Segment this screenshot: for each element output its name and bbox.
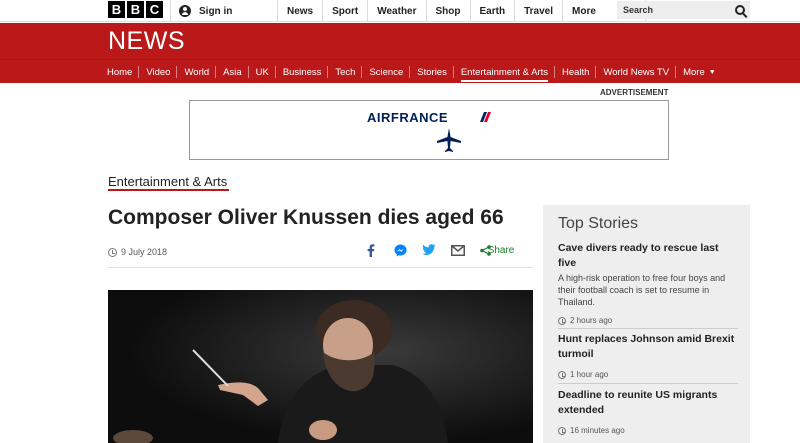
article-date: 9 July 2018	[108, 247, 167, 257]
news-logo[interactable]: NEWS	[108, 27, 185, 56]
sign-in-label: Sign in	[199, 5, 233, 17]
nav-item-health[interactable]: Health	[555, 60, 597, 84]
top-bar: B B C Sign in News Sport Weather Shop Ea…	[0, 0, 800, 22]
nav-item-business[interactable]: Business	[276, 60, 329, 84]
search-placeholder: Search	[623, 5, 654, 15]
nav-item-home[interactable]: Home	[100, 60, 140, 84]
nav-item-world-news-tv[interactable]: World News TV	[596, 60, 676, 84]
article-headline: Composer Oliver Knussen dies aged 66	[108, 206, 504, 229]
share-tools: Share	[364, 243, 523, 257]
article-meta: 9 July 2018 Share	[108, 238, 533, 268]
airplane-icon	[437, 128, 461, 152]
nav-more-button[interactable]: More ▼	[676, 60, 723, 84]
clock-icon	[558, 426, 566, 435]
story-title[interactable]: Hunt replaces Johnson amid Brexit turmoi…	[558, 332, 738, 362]
list-item[interactable]: Deadline to reunite US migrants extended…	[558, 388, 738, 435]
logo-letter: B	[108, 1, 125, 18]
divider	[558, 328, 738, 329]
nav-item-asia[interactable]: Asia	[216, 60, 250, 84]
share-button[interactable]: Share	[480, 243, 523, 257]
logo-letter: B	[127, 1, 144, 18]
user-icon	[179, 5, 191, 17]
sign-in-button[interactable]: Sign in	[170, 0, 278, 22]
nav-item-uk[interactable]: UK	[249, 60, 277, 84]
story-time-text: 1 hour ago	[570, 370, 609, 379]
list-item[interactable]: Hunt replaces Johnson amid Brexit turmoi…	[558, 332, 738, 379]
top-link-sport[interactable]: Sport	[323, 0, 369, 22]
share-label: Share	[487, 244, 515, 256]
nav-item-stories[interactable]: Stories	[410, 60, 454, 84]
email-icon[interactable]	[451, 243, 465, 257]
section-underline	[108, 189, 229, 191]
logo-letter: C	[146, 1, 163, 18]
advert-brand-text: AIRFRANCE	[367, 110, 449, 125]
story-time: 1 hour ago	[558, 370, 738, 379]
list-item[interactable]: Cave divers ready to rescue last five A …	[558, 241, 738, 325]
search-input[interactable]: Search	[617, 1, 750, 19]
facebook-icon[interactable]	[364, 243, 378, 257]
nav-item-entertainment-arts[interactable]: Entertainment & Arts	[454, 60, 556, 84]
news-header: NEWS	[0, 23, 800, 59]
story-title[interactable]: Deadline to reunite US migrants extended	[558, 388, 738, 418]
messenger-icon[interactable]	[393, 243, 407, 257]
search-icon[interactable]	[735, 5, 745, 15]
top-links: News Sport Weather Shop Earth Travel Mor…	[278, 0, 646, 22]
nav-item-science[interactable]: Science	[362, 60, 411, 84]
story-time: 16 minutes ago	[558, 426, 738, 435]
advertisement-label: ADVERTISEMENT	[600, 88, 669, 97]
article-date-text: 9 July 2018	[121, 247, 168, 257]
nav-item-video[interactable]: Video	[139, 60, 178, 84]
nav-item-tech[interactable]: Tech	[328, 60, 363, 84]
story-time: 2 hours ago	[558, 316, 738, 325]
top-stories-panel: Top Stories Cave divers ready to rescue …	[543, 205, 750, 443]
advertisement-banner[interactable]: AIRFRANCE	[189, 100, 669, 160]
nav-more-label: More	[683, 66, 705, 78]
clock-icon	[558, 316, 566, 325]
conductor-photo	[108, 290, 533, 443]
clock-icon	[108, 247, 117, 257]
nav-item-world[interactable]: World	[177, 60, 216, 84]
story-summary: A high-risk operation to free four boys …	[558, 273, 726, 307]
divider	[558, 383, 738, 384]
bbc-logo[interactable]: B B C	[108, 1, 163, 18]
top-link-weather[interactable]: Weather	[368, 0, 427, 22]
top-more-label: More	[572, 5, 596, 17]
top-link-news[interactable]: News	[278, 0, 324, 22]
top-link-shop[interactable]: Shop	[427, 0, 471, 22]
article-photo	[108, 290, 533, 443]
twitter-icon[interactable]	[422, 243, 436, 257]
clock-icon	[558, 370, 566, 379]
top-stories-title: Top Stories	[558, 215, 639, 232]
chevron-down-icon: ▼	[708, 68, 716, 76]
section-breadcrumb[interactable]: Entertainment & Arts	[108, 174, 227, 189]
story-time-text: 2 hours ago	[570, 316, 613, 325]
top-link-earth[interactable]: Earth	[471, 0, 516, 22]
story-title[interactable]: Cave divers ready to rescue last five	[558, 241, 738, 271]
story-time-text: 16 minutes ago	[570, 426, 625, 435]
top-link-travel[interactable]: Travel	[515, 0, 563, 22]
airfrance-stripe-icon	[480, 112, 491, 122]
section-nav: Home Video World Asia UK Business Tech S…	[0, 59, 800, 83]
